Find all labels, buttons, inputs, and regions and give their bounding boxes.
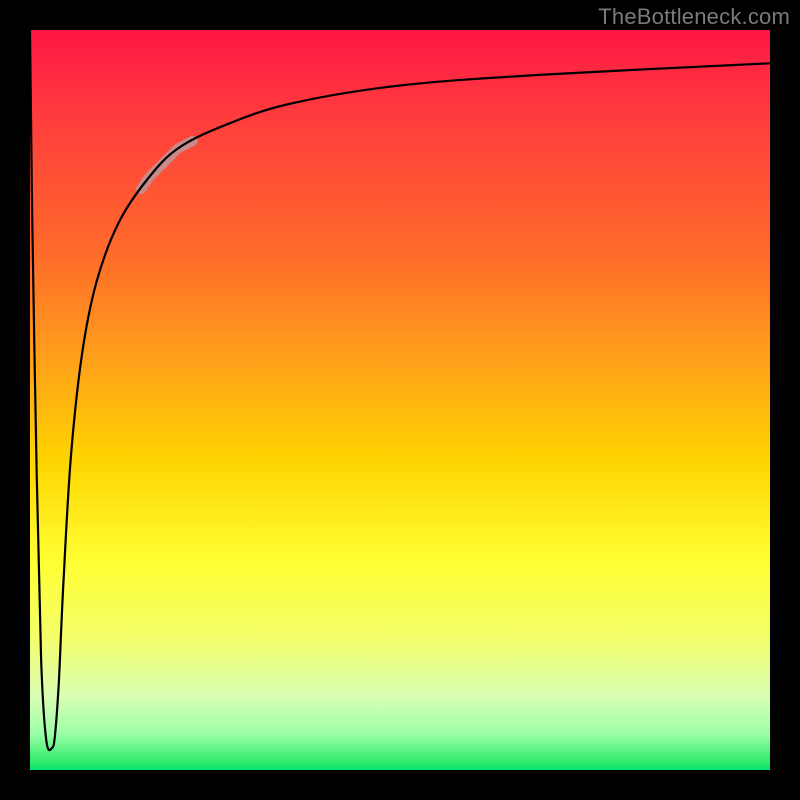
bottleneck-curve bbox=[30, 30, 770, 750]
highlight-segment bbox=[141, 141, 193, 189]
chart-frame bbox=[30, 30, 770, 770]
watermark-text: TheBottleneck.com bbox=[598, 4, 790, 30]
chart-svg bbox=[30, 30, 770, 770]
